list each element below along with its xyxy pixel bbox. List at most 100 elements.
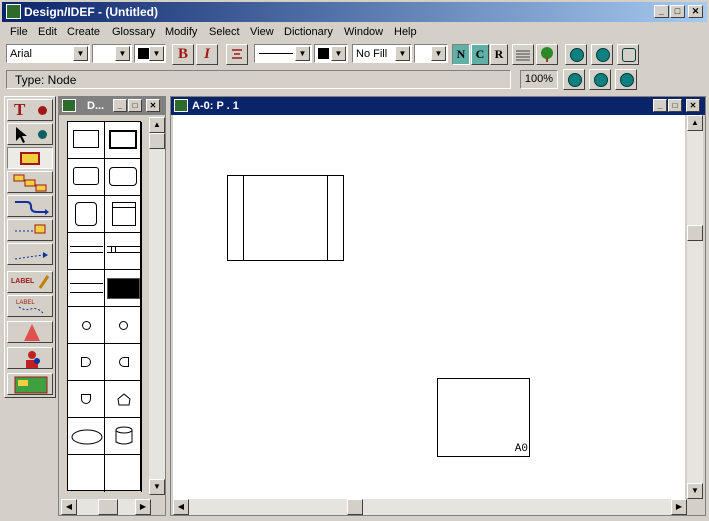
- scroll-up-button[interactable]: ▲: [687, 115, 703, 131]
- diagram-close-button[interactable]: ✕: [686, 99, 700, 112]
- join-tool-button[interactable]: [7, 243, 53, 265]
- minimize-button[interactable]: _: [654, 5, 669, 18]
- menu-glossary[interactable]: Glossary: [112, 26, 155, 38]
- size-grip[interactable]: [687, 499, 703, 515]
- scroll-left-button[interactable]: ◀: [173, 499, 189, 515]
- palette-hscroll[interactable]: ◀ ▶: [61, 499, 151, 515]
- note-tool-button[interactable]: [7, 373, 53, 395]
- shape-empty-1[interactable]: [68, 455, 105, 492]
- app-icon[interactable]: [6, 4, 21, 19]
- shape-cloud[interactable]: [68, 418, 105, 455]
- diagram-canvas[interactable]: A0: [173, 115, 685, 499]
- r-toggle-button[interactable]: R: [490, 44, 508, 65]
- shape-round-rect[interactable]: [68, 159, 105, 196]
- text-tool-button[interactable]: T: [7, 99, 53, 121]
- diagram-title-bar[interactable]: A-0: P . 1 _ □ ✕: [171, 97, 705, 115]
- select-tool-button[interactable]: [7, 123, 53, 145]
- shape-data-store-tab[interactable]: [105, 233, 142, 270]
- chevron-down-icon[interactable]: ▼: [115, 46, 130, 61]
- menu-edit[interactable]: Edit: [38, 26, 57, 38]
- diagram-maximize-button[interactable]: □: [668, 99, 682, 112]
- stack-button[interactable]: [512, 44, 534, 65]
- palette-maximize-button[interactable]: □: [128, 99, 142, 112]
- chevron-down-icon[interactable]: ▼: [331, 46, 346, 61]
- squiggle-tool-button[interactable]: LABEL: [7, 295, 53, 317]
- palette-title-bar[interactable]: D... _ □ ✕: [59, 97, 165, 115]
- multi-box-tool-button[interactable]: [7, 171, 53, 193]
- shape-pentagon[interactable]: [105, 381, 142, 418]
- palette-vscroll[interactable]: ▲ ▼: [149, 117, 165, 495]
- zoom-plus-button[interactable]: [589, 69, 611, 90]
- line-style-select[interactable]: ▼: [254, 44, 312, 63]
- fill-color-select[interactable]: ▼: [414, 44, 448, 63]
- shape-rect-bold[interactable]: [105, 122, 142, 159]
- maximize-button[interactable]: □: [670, 5, 685, 18]
- person-tool-button[interactable]: [7, 347, 53, 369]
- diagram-a0-box[interactable]: A0: [437, 378, 530, 457]
- scroll-thumb[interactable]: [149, 133, 165, 149]
- c-toggle-button[interactable]: C: [471, 44, 489, 65]
- menu-create[interactable]: Create: [67, 26, 100, 38]
- chevron-down-icon[interactable]: ▼: [295, 46, 310, 61]
- scroll-up-button[interactable]: ▲: [149, 117, 165, 133]
- tree-button[interactable]: [536, 44, 558, 65]
- shape-junction-circle-alt[interactable]: [105, 307, 142, 344]
- shape-shield[interactable]: [68, 381, 105, 418]
- menu-help[interactable]: Help: [394, 26, 417, 38]
- scroll-thumb[interactable]: [98, 499, 118, 515]
- menu-select[interactable]: Select: [209, 26, 240, 38]
- label-tool-button[interactable]: LABEL: [7, 271, 53, 293]
- align-center-button[interactable]: [226, 44, 248, 65]
- menu-view[interactable]: View: [250, 26, 274, 38]
- chevron-down-icon[interactable]: ▼: [395, 46, 410, 61]
- diagram-node-box[interactable]: [227, 175, 344, 261]
- chevron-down-icon[interactable]: ▼: [431, 46, 446, 61]
- chevron-down-icon[interactable]: ▼: [73, 46, 88, 61]
- close-button[interactable]: ✕: [688, 5, 703, 18]
- bold-button[interactable]: B: [172, 44, 194, 65]
- box-tool-button[interactable]: [7, 147, 53, 169]
- menu-file[interactable]: File: [10, 26, 28, 38]
- chevron-down-icon[interactable]: ▼: [149, 46, 164, 61]
- diagram-hscroll[interactable]: ◀ ▶: [173, 499, 687, 515]
- shape-rect[interactable]: [68, 122, 105, 159]
- shape-filled-block[interactable]: [105, 270, 142, 307]
- shape-round-rect-bold[interactable]: [105, 159, 142, 196]
- zoom-out-button[interactable]: [591, 44, 613, 65]
- zoom-minus-button[interactable]: [615, 69, 637, 90]
- arrow-tool-button[interactable]: [7, 195, 53, 217]
- tunnel-tool-button[interactable]: [7, 321, 53, 343]
- shape-delay[interactable]: [68, 344, 105, 381]
- scroll-right-button[interactable]: ▶: [671, 499, 687, 515]
- shape-data-store[interactable]: [68, 233, 105, 270]
- scroll-left-button[interactable]: ◀: [61, 499, 77, 515]
- font-size-select[interactable]: ▼: [92, 44, 132, 63]
- menu-window[interactable]: Window: [344, 26, 383, 38]
- shape-junction-circle[interactable]: [68, 307, 105, 344]
- scroll-down-button[interactable]: ▼: [687, 483, 703, 499]
- scroll-right-button[interactable]: ▶: [135, 499, 151, 515]
- diagram-minimize-button[interactable]: _: [653, 99, 667, 112]
- line-color-select[interactable]: ▼: [314, 44, 348, 63]
- diagram-vscroll[interactable]: ▲ ▼: [687, 115, 703, 499]
- menu-modify[interactable]: Modify: [165, 26, 197, 38]
- palette-minimize-button[interactable]: _: [113, 99, 127, 112]
- scroll-thumb[interactable]: [347, 499, 363, 515]
- scroll-down-button[interactable]: ▼: [149, 479, 165, 495]
- font-select[interactable]: Arial ▼: [6, 44, 90, 63]
- shape-card[interactable]: [68, 196, 105, 233]
- shape-card-header[interactable]: [105, 196, 142, 233]
- text-color-select[interactable]: ▼: [134, 44, 166, 63]
- shape-double-line[interactable]: [68, 270, 105, 307]
- branch-tool-button[interactable]: [7, 219, 53, 241]
- scroll-thumb[interactable]: [687, 225, 703, 241]
- shape-delay-alt[interactable]: [105, 344, 142, 381]
- palette-close-button[interactable]: ✕: [146, 99, 160, 112]
- italic-button[interactable]: I: [196, 44, 218, 65]
- zoom-in-button[interactable]: [565, 44, 587, 65]
- fill-select[interactable]: No Fill ▼: [352, 44, 412, 63]
- zoom-fit-button[interactable]: [563, 69, 585, 90]
- shape-empty-2[interactable]: [105, 455, 142, 492]
- n-toggle-button[interactable]: N: [452, 44, 470, 65]
- shape-cylinder[interactable]: [105, 418, 142, 455]
